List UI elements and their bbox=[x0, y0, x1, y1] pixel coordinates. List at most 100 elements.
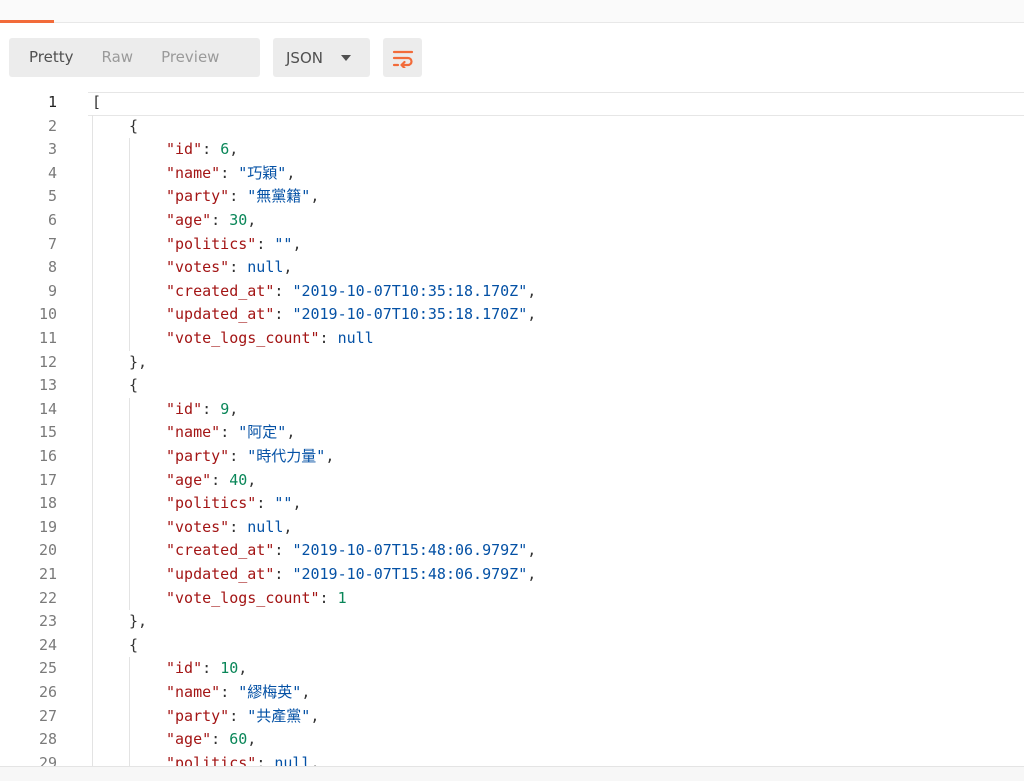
indent-guide bbox=[129, 138, 130, 351]
line-number: 1 bbox=[47, 93, 57, 111]
json-key-token: "votes" bbox=[166, 258, 230, 277]
json-key-token: "age" bbox=[166, 211, 212, 229]
line-number: 28 bbox=[38, 730, 57, 749]
json-punct-token: : bbox=[211, 470, 230, 489]
line-code: "updated_at": "2019-10-07T15:48:06.979Z"… bbox=[166, 563, 536, 587]
code-line: 1[ bbox=[0, 91, 1024, 115]
json-punct-token: : bbox=[220, 423, 239, 442]
json-key-token: "id" bbox=[166, 140, 203, 159]
json-key-token: "vote_logs_count" bbox=[166, 329, 320, 347]
line-code: "politics": "", bbox=[166, 492, 301, 516]
code-line: 16 "party": "時代力量", bbox=[0, 445, 1024, 469]
line-number: 29 bbox=[38, 753, 57, 766]
json-punct-token: { bbox=[129, 376, 139, 395]
line-code: "created_at": "2019-10-07T10:35:18.170Z"… bbox=[166, 280, 536, 304]
json-key-token: "party" bbox=[166, 447, 230, 465]
line-code: "vote_logs_count": 1 bbox=[166, 587, 347, 611]
json-punct-token: : bbox=[319, 588, 338, 607]
editor-bottom-border bbox=[0, 766, 1024, 781]
line-number: 11 bbox=[38, 329, 57, 347]
json-punct-token: , bbox=[247, 470, 257, 489]
code-line: 18 "politics": "", bbox=[0, 492, 1024, 516]
json-punct-token: : bbox=[229, 706, 248, 725]
line-number: 12 bbox=[38, 352, 57, 371]
format-dropdown[interactable]: JSON bbox=[273, 38, 370, 77]
line-number: 24 bbox=[38, 635, 57, 654]
line-code: { bbox=[129, 115, 138, 139]
code-line: 3 "id": 6, bbox=[0, 138, 1024, 162]
json-punct-token: : bbox=[202, 399, 221, 418]
json-punct-token: , bbox=[310, 187, 320, 206]
indent-guide bbox=[129, 397, 130, 611]
json-null-token: null bbox=[247, 517, 284, 536]
tab-preview[interactable]: Preview bbox=[147, 38, 233, 77]
json-punct-token: , bbox=[283, 258, 293, 277]
json-punct-token: : bbox=[220, 163, 239, 182]
code-line: 13 { bbox=[0, 374, 1024, 398]
line-number: 2 bbox=[47, 116, 57, 135]
tab-pretty[interactable]: Pretty bbox=[9, 38, 88, 77]
json-string-token: "繆梅英" bbox=[238, 683, 302, 701]
line-number: 15 bbox=[38, 423, 57, 442]
json-key-token: "party" bbox=[166, 706, 230, 725]
code-line: 21 "updated_at": "2019-10-07T15:48:06.979… bbox=[0, 563, 1024, 587]
indent-guide bbox=[92, 114, 93, 766]
json-key-token: "created_at" bbox=[166, 541, 275, 560]
json-punct-token: : bbox=[211, 730, 230, 749]
view-mode-group: Pretty Raw Preview bbox=[9, 38, 260, 77]
json-punct-token: , bbox=[527, 541, 537, 560]
json-key-token: "age" bbox=[166, 470, 212, 489]
json-number-token: 60 bbox=[229, 730, 248, 749]
line-number: 25 bbox=[38, 659, 57, 678]
code-line: 7 "politics": "", bbox=[0, 233, 1024, 257]
line-code: { bbox=[129, 374, 138, 398]
code-line: 25 "id": 10, bbox=[0, 657, 1024, 681]
format-label: JSON bbox=[286, 48, 323, 67]
json-punct-token: , bbox=[229, 399, 239, 418]
json-string-token: "2019-10-07T10:35:18.170Z" bbox=[292, 305, 528, 324]
json-punct-token: , bbox=[325, 447, 335, 465]
json-punct-token: : bbox=[274, 305, 293, 324]
json-number-token: 30 bbox=[229, 211, 248, 229]
json-punct-token: : bbox=[220, 683, 239, 701]
json-number-token: 10 bbox=[220, 659, 239, 678]
line-code: [ bbox=[92, 91, 101, 115]
json-number-token: 9 bbox=[220, 399, 230, 418]
json-punct-token: , bbox=[527, 565, 537, 583]
line-number: 14 bbox=[38, 399, 57, 418]
line-number: 20 bbox=[38, 541, 57, 560]
json-punct-token: : bbox=[229, 447, 248, 465]
json-punct-token: { bbox=[129, 116, 139, 135]
json-punct-token: , bbox=[301, 683, 311, 701]
json-key-token: "name" bbox=[166, 683, 221, 701]
json-key-token: "name" bbox=[166, 423, 221, 442]
line-number: 23 bbox=[38, 612, 57, 631]
line-code: "age": 30, bbox=[166, 209, 256, 233]
json-punct-token: { bbox=[129, 635, 139, 654]
code-line: 6 "age": 30, bbox=[0, 209, 1024, 233]
json-punct-token: , bbox=[310, 706, 320, 725]
line-code: "age": 60, bbox=[166, 728, 256, 752]
code-line: 2{ bbox=[0, 115, 1024, 139]
json-number-token: 1 bbox=[337, 588, 347, 607]
json-key-token: "age" bbox=[166, 730, 212, 749]
wrap-lines-button[interactable] bbox=[383, 38, 422, 77]
json-key-token: "created_at" bbox=[166, 281, 275, 300]
json-punct-token: : bbox=[202, 659, 221, 678]
json-punct-token: , bbox=[238, 659, 248, 678]
line-number: 3 bbox=[47, 140, 57, 159]
json-null-token: null bbox=[274, 753, 311, 766]
json-null-token: null bbox=[247, 258, 284, 277]
line-number: 18 bbox=[38, 494, 57, 513]
caret-down-icon bbox=[341, 55, 351, 61]
json-punct-token: , bbox=[286, 163, 296, 182]
code-line: 8 "votes": null, bbox=[0, 256, 1024, 280]
json-punct-token: }, bbox=[129, 352, 148, 371]
json-key-token: "updated_at" bbox=[166, 565, 275, 583]
response-toolbar: Pretty Raw Preview JSON bbox=[0, 38, 1024, 78]
tab-raw[interactable]: Raw bbox=[88, 38, 148, 77]
json-punct-token: , bbox=[310, 753, 320, 766]
response-body-editor[interactable]: 1[2{3 "id": 6, 4 "name": "巧穎", 5 "party": "無黨… bbox=[0, 90, 1024, 766]
line-code: "created_at": "2019-10-07T15:48:06.979Z"… bbox=[166, 539, 536, 563]
json-punct-token: , bbox=[247, 730, 257, 749]
